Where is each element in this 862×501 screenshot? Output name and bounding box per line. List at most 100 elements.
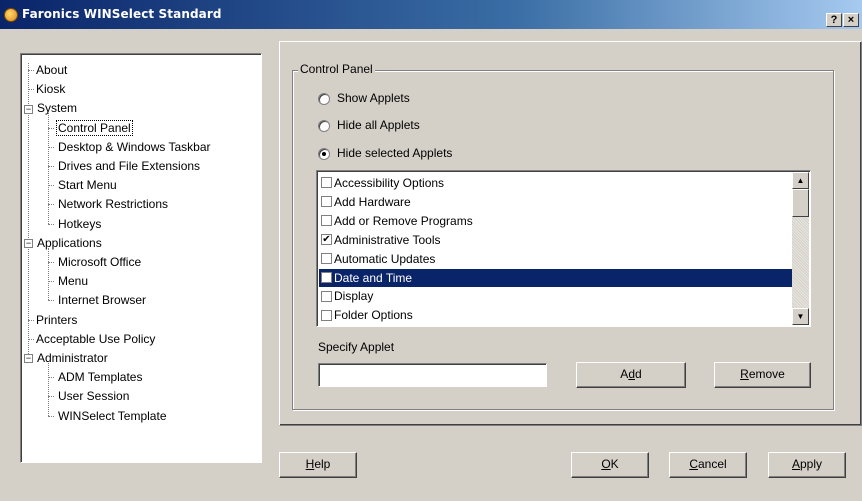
specify-applet-label: Specify Applet <box>318 340 395 354</box>
applet-label: Folder Options <box>334 308 413 323</box>
applet-item-folder-options[interactable]: Folder Options <box>319 306 792 324</box>
tree-item-kiosk[interactable]: Kiosk <box>34 80 67 98</box>
control-panel-group-label: Control Panel <box>298 62 375 76</box>
tree-item-about[interactable]: About <box>34 61 69 79</box>
window-title: Faronics WINSelect Standard <box>22 7 222 21</box>
close-icon[interactable]: × <box>843 13 859 27</box>
tree-item-system[interactable]: − System <box>24 99 79 117</box>
tree-item-desktop-and-windows-taskbar[interactable]: Desktop & Windows Taskbar <box>56 138 213 156</box>
tree-item-label: ADM Templates <box>58 370 143 385</box>
tree-item-microsoft-office[interactable]: Microsoft Office <box>56 253 143 271</box>
checkbox-icon[interactable] <box>321 252 332 264</box>
tree-item-label: Acceptable Use Policy <box>36 331 156 346</box>
tree-item-internet-browser[interactable]: Internet Browser <box>56 291 148 309</box>
applet-item-accessibility-options[interactable]: Accessibility Options <box>319 174 792 192</box>
radio-label: Hide all Applets <box>337 118 420 132</box>
tree-item-label: Microsoft Office <box>58 255 142 269</box>
tree-item-label: Applications <box>37 235 102 250</box>
help-caption-button[interactable]: ? <box>826 13 842 27</box>
radio-label: Show Applets <box>337 91 410 105</box>
tree-item-administrator[interactable]: − Administrator <box>24 349 110 367</box>
tree-item-label: System <box>37 101 78 116</box>
tree-item-printers[interactable]: Printers <box>34 311 79 329</box>
tree-item-network-restrictions[interactable]: Network Restrictions <box>56 195 170 213</box>
checkbox-icon[interactable] <box>321 309 332 321</box>
radio-label: Hide selected Applets <box>337 146 453 160</box>
tree-item-winselect-template[interactable]: WINSelect Template <box>56 407 169 425</box>
tree-item-label: WINSelect Template <box>58 408 167 423</box>
tree-item-label: Administrator <box>37 351 108 365</box>
applet-item-add-hardware[interactable]: Add Hardware <box>319 193 792 211</box>
checkbox-icon[interactable] <box>321 215 332 227</box>
tree-item-start-menu[interactable]: Start Menu <box>56 176 119 194</box>
tree-item-label: Network Restrictions <box>58 197 169 212</box>
tree-leaf-connector <box>48 300 54 302</box>
checkbox-icon[interactable] <box>321 196 332 208</box>
tree-leaf-connector <box>48 415 54 417</box>
tree-branch-connector <box>48 113 49 224</box>
scroll-thumb[interactable] <box>792 189 809 217</box>
listbox-scrollbar[interactable]: ▲ ▼ <box>792 172 809 325</box>
checkbox-checked-icon[interactable]: ✔ <box>321 234 332 246</box>
applet-label: Add or Remove Programs <box>334 213 473 228</box>
checkbox-icon[interactable] <box>321 271 332 283</box>
tree-item-applications[interactable]: − Applications <box>24 234 104 252</box>
collapse-icon[interactable]: − <box>24 239 33 249</box>
applet-item-display[interactable]: Display <box>319 287 792 305</box>
tree-item-label: Control Panel <box>56 119 133 136</box>
applet-label: Automatic Updates <box>334 251 436 266</box>
tree-item-label: Printers <box>36 312 78 327</box>
faronics-app-icon[interactable] <box>4 8 18 22</box>
radio-button-icon[interactable] <box>318 119 330 132</box>
scroll-up-icon[interactable]: ▲ <box>792 172 809 189</box>
applet-label: Display <box>334 289 374 304</box>
tree-item-label: Hotkeys <box>58 216 102 231</box>
radio-show-applets[interactable]: Show Applets <box>318 90 410 106</box>
applet-listbox[interactable]: Folder Options Display Date and Time Automa… <box>316 170 811 327</box>
applet-item-automatic-updates[interactable]: Automatic Updates <box>319 250 792 268</box>
collapse-icon[interactable]: − <box>24 104 33 114</box>
tree-item-label: About <box>36 63 68 77</box>
tree-leaf-connector <box>48 223 54 225</box>
tree-item-acceptable-use-policy[interactable]: Acceptable Use Policy <box>34 330 157 348</box>
title-bar: Faronics WINSelect Standard ? × <box>0 0 862 29</box>
radio-button-icon[interactable] <box>318 147 330 160</box>
tree-item-label: Menu <box>58 274 89 289</box>
radio-hide-selected-applets[interactable]: Hide selected Applets <box>318 145 452 161</box>
collapse-icon[interactable]: − <box>24 354 33 364</box>
applet-item-add-or-remove-programs[interactable]: Add or Remove Programs <box>319 212 792 230</box>
tree-item-label: Internet Browser <box>58 293 147 308</box>
tree-branch-connector <box>48 363 49 416</box>
radio-button-icon[interactable] <box>318 92 330 105</box>
checkbox-icon[interactable] <box>321 290 332 302</box>
help-button[interactable]: Help <box>279 452 357 478</box>
applet-item-administrative-tools[interactable]: ✔ Administrative Tools <box>319 231 792 249</box>
tree-item-user-session[interactable]: User Session <box>56 387 131 405</box>
remove-button[interactable]: Remove <box>714 362 811 388</box>
tree-item-label: Desktop & Windows Taskbar <box>58 139 211 154</box>
tree-item-label: Drives and File Extensions <box>58 159 201 173</box>
cancel-button[interactable]: Cancel <box>669 452 747 478</box>
tree-item-hotkeys[interactable]: Hotkeys <box>56 215 103 233</box>
ok-button[interactable]: OK <box>571 452 649 478</box>
tree-item-label: User Session <box>58 389 130 404</box>
applet-label: Accessibility Options <box>334 176 445 190</box>
tree-item-drives-and-file-extensions[interactable]: Drives and File Extensions <box>56 157 202 175</box>
applet-label: Administrative Tools <box>334 232 441 247</box>
tree-branch-connector <box>48 247 49 301</box>
scroll-down-icon[interactable]: ▼ <box>792 308 809 325</box>
checkbox-icon[interactable] <box>321 177 332 189</box>
applet-label: Add Hardware <box>334 194 411 209</box>
tree-item-control-panel[interactable]: Control Panel <box>56 119 133 137</box>
add-button[interactable]: Add <box>576 362 686 388</box>
applet-label: Date and Time <box>334 270 413 285</box>
tree-item-label: Kiosk <box>36 82 66 97</box>
tree-item-adm-templates[interactable]: ADM Templates <box>56 368 144 386</box>
specify-applet-input[interactable] <box>318 363 547 387</box>
apply-button[interactable]: Apply <box>768 452 846 478</box>
navigation-tree[interactable]: About Kiosk − System Control Panel Desktop & … <box>20 53 262 463</box>
radio-hide-all-applets[interactable]: Hide all Applets <box>318 117 420 133</box>
applet-item-date-and-time[interactable]: Date and Time <box>319 268 792 287</box>
tree-item-menu[interactable]: Menu <box>56 272 90 290</box>
tree-item-label: Start Menu <box>58 178 117 193</box>
